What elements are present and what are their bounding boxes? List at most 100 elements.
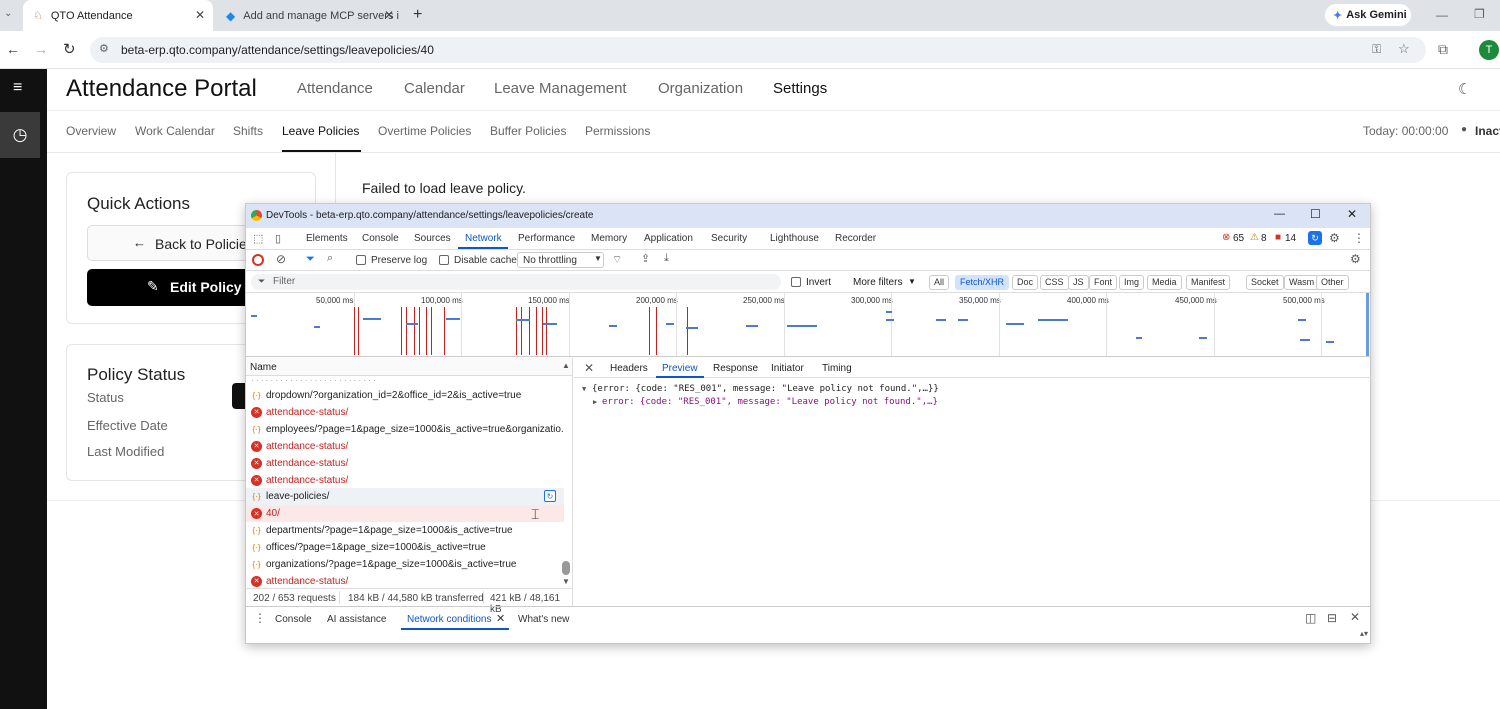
filter-other[interactable]: Other (1316, 275, 1349, 290)
browser-tab-mcp[interactable]: ◆ Add and manage MCP servers i ✕ (218, 0, 408, 31)
nav-settings[interactable]: Settings (773, 80, 827, 97)
collapse-arrow-icon[interactable]: ▶ (593, 398, 597, 406)
tab-elements[interactable]: Elements (306, 233, 348, 244)
issues-count[interactable]: 14 (1285, 233, 1296, 244)
tab-list-chevron-icon[interactable]: ⌄ (4, 8, 12, 19)
table-row[interactable]: {·} employees/?page=1&page_size=1000&is_a… (246, 421, 564, 438)
table-row[interactable]: {·} organizations/?page=1&page_size=1000&… (246, 556, 564, 573)
warning-count[interactable]: 8 (1261, 233, 1267, 244)
nav-attendance[interactable]: Attendance (297, 80, 373, 97)
devtools-update-icon[interactable]: ↻ (1308, 231, 1322, 245)
error-count[interactable]: 65 (1233, 233, 1244, 244)
drawer-tab-network-conditions[interactable]: Network conditions (407, 614, 491, 625)
filter-media[interactable]: Media (1147, 275, 1182, 290)
filter-wasm[interactable]: Wasm (1284, 275, 1320, 290)
nav-calendar[interactable]: Calendar (404, 80, 465, 97)
network-conditions-wifi-icon[interactable]: ⌔ (612, 253, 622, 267)
tab-response[interactable]: Response (713, 363, 758, 374)
error-count-icon[interactable]: ⊗ (1222, 232, 1230, 243)
subnav-leave-policies[interactable]: Leave Policies (282, 124, 359, 138)
warning-count-icon[interactable]: ⚠ (1250, 232, 1259, 243)
forward-icon[interactable]: → (34, 41, 48, 57)
table-row[interactable]: ✕ attendance-status/ (246, 404, 564, 421)
filter-font[interactable]: Font (1089, 275, 1118, 290)
ask-gemini-button[interactable]: ✦ Ask Gemini (1325, 4, 1411, 26)
nav-leave-management[interactable]: Leave Management (494, 80, 627, 97)
filter-fetch-xhr[interactable]: Fetch/XHR (955, 275, 1010, 290)
resize-arrows-icon[interactable]: ▴▾ (1360, 629, 1368, 638)
tab-preview[interactable]: Preview (662, 363, 698, 374)
network-settings-gear-icon[interactable]: ⚙ (1350, 252, 1361, 266)
restore-window-icon[interactable]: ❐ (1474, 7, 1485, 21)
minimize-window-icon[interactable]: — (1436, 8, 1448, 22)
drawer-tab-whats-new[interactable]: What's new (518, 614, 569, 625)
tab-sources[interactable]: Sources (414, 233, 451, 244)
nav-organization[interactable]: Organization (658, 80, 743, 97)
invert-checkbox[interactable] (791, 277, 801, 287)
scroll-down-icon[interactable]: ▼ (562, 577, 570, 586)
bookmark-star-icon[interactable]: ☆ (1398, 41, 1410, 57)
record-stop-icon[interactable] (252, 254, 264, 266)
url-text[interactable]: beta-erp.qto.company/attendance/settings… (121, 43, 434, 57)
filter-doc[interactable]: Doc (1012, 275, 1039, 290)
tab-lighthouse[interactable]: Lighthouse (770, 233, 819, 244)
export-har-icon[interactable]: ⤓ (664, 252, 669, 265)
back-icon[interactable]: ← (6, 41, 20, 57)
tab-application[interactable]: Application (644, 233, 693, 244)
throttling-select[interactable]: No throttling ▼ (517, 252, 604, 268)
tab-recorder[interactable]: Recorder (835, 233, 876, 244)
filter-all[interactable]: All (929, 275, 950, 290)
drawer-tab-console[interactable]: Console (275, 614, 312, 625)
close-drawer-tab-icon[interactable]: ✕ (496, 612, 505, 625)
tab-memory[interactable]: Memory (591, 233, 627, 244)
filter-img[interactable]: Img (1119, 275, 1145, 290)
tab-timing[interactable]: Timing (822, 363, 852, 374)
expand-arrow-icon[interactable]: ▼ (582, 385, 586, 393)
omnibox[interactable]: ⚙ beta-erp.qto.company/attendance/settin… (90, 37, 1426, 63)
close-tab-icon[interactable]: ✕ (384, 8, 394, 22)
filter-manifest[interactable]: Manifest (1186, 275, 1231, 290)
sort-up-icon[interactable]: ▲ (562, 361, 570, 370)
scrollbar-thumb[interactable] (562, 561, 570, 575)
table-row[interactable]: ✕ attendance-status/ (246, 438, 564, 455)
sidebar-item-attendance[interactable]: ◷ (0, 112, 40, 158)
filter-css[interactable]: CSS (1040, 275, 1069, 290)
table-row[interactable]: ✕ attendance-status/ (246, 472, 564, 489)
profile-avatar[interactable]: T (1479, 40, 1499, 60)
subnav-shifts[interactable]: Shifts (233, 124, 263, 138)
dock-side-icon[interactable]: ◫ (1305, 611, 1316, 625)
subnav-work-calendar[interactable]: Work Calendar (135, 124, 215, 138)
table-row[interactable]: {·} leave-policies/ (246, 488, 564, 506)
extensions-icon[interactable]: ⧉ (1438, 41, 1448, 58)
preview-line-error[interactable]: error: {code: "RES_001", message: "Leave… (602, 397, 938, 407)
inspect-element-icon[interactable]: ⬚ (253, 232, 263, 245)
settings-gear-icon[interactable]: ⚙ (1329, 231, 1340, 245)
table-row[interactable]: ✕ 40/ (246, 505, 564, 523)
network-overview-timeline[interactable]: 50,000 ms 100,000 ms 150,000 ms 200,000 … (246, 293, 1370, 357)
filter-input[interactable]: ⏷ Filter (251, 274, 781, 290)
disable-cache-checkbox[interactable] (439, 255, 449, 265)
subnav-overview[interactable]: Overview (66, 124, 116, 138)
filter-js[interactable]: JS (1068, 275, 1089, 290)
timeline-selection-handle[interactable] (1366, 293, 1369, 356)
devtools-minimize-icon[interactable]: — (1274, 208, 1285, 220)
subnav-buffer-policies[interactable]: Buffer Policies (490, 124, 566, 138)
devtools-close-icon[interactable]: ✕ (1347, 207, 1357, 221)
clear-icon[interactable]: ⊘ (276, 252, 286, 266)
filter-funnel-icon[interactable]: ⏷ (306, 253, 315, 266)
close-tab-icon[interactable]: ✕ (195, 8, 205, 22)
site-info-icon[interactable]: ⚙ (99, 42, 109, 55)
preserve-log-checkbox[interactable] (356, 255, 366, 265)
close-drawer-icon[interactable]: ✕ (1350, 610, 1360, 624)
password-key-icon[interactable]: ⚿ (1372, 42, 1381, 57)
tab-initiator[interactable]: Initiator (771, 363, 804, 374)
dock-bottom-icon[interactable]: ⊟ (1327, 611, 1337, 625)
tab-security[interactable]: Security (711, 233, 747, 244)
preview-line-root[interactable]: {error: {code: "RES_001", message: "Leav… (592, 384, 939, 394)
device-toolbar-icon[interactable]: ▯ (275, 232, 281, 245)
table-row[interactable]: {·} dropdown/?organization_id=2&office_id… (246, 387, 564, 404)
replay-xhr-icon[interactable]: ↻ (544, 490, 556, 503)
drawer-menu-icon[interactable]: ⋮ (254, 611, 266, 625)
more-options-icon[interactable]: ⋮ (1353, 231, 1365, 245)
tab-network[interactable]: Network (465, 233, 502, 244)
